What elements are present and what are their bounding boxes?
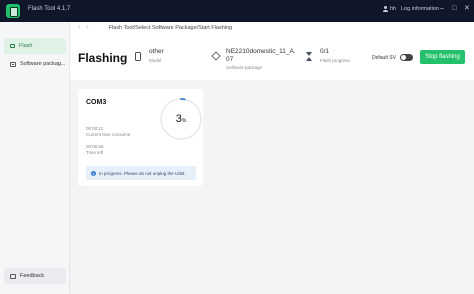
feedback-button[interactable]: Feedback — [4, 268, 66, 284]
progress-percent-unit: % — [181, 117, 187, 124]
flash-icon — [10, 44, 15, 48]
page-title: Flashing — [78, 51, 128, 65]
title-bar: Flash Tool 4.1.7 hh Log information – □ … — [0, 0, 474, 22]
flash-header: Flashing other Model NE2210domestic_11_A… — [70, 38, 474, 78]
stop-flashing-button[interactable]: Stop flashing — [420, 50, 465, 64]
flash-progress-label: Flash progress — [320, 58, 350, 63]
flash-progress-value: 0/1 — [320, 48, 330, 55]
device-model-label: Model — [149, 58, 162, 63]
sidebar-item-software-package[interactable]: Software packag... — [4, 56, 66, 72]
default-sv-toggle[interactable] — [399, 54, 413, 61]
phone-icon — [135, 52, 141, 61]
sidebar-item-label: Software packag... — [20, 61, 66, 67]
feedback-label: Feedback — [20, 273, 45, 279]
sidebar: Flash Software packag... Feedback — [0, 22, 70, 294]
software-package-label: Software package — [226, 65, 263, 70]
log-information-link[interactable]: Log information — [401, 6, 439, 12]
window-title: Flash Tool 4.1.7 — [28, 6, 71, 12]
device-model-value: other — [149, 48, 164, 55]
package-icon — [10, 61, 16, 67]
elapsed-time: 00:00:11 Current time consume — [86, 126, 130, 137]
user-account[interactable]: hh — [383, 6, 396, 12]
breadcrumb-path: Flash Tool/Select Software Package/Start… — [108, 24, 233, 31]
software-package-value: NE2210domestic_11_A.07 — [226, 48, 296, 63]
progress-percent: 3% — [159, 97, 203, 141]
device-area: COM3 00:00:11 Current time consume 00:05… — [70, 80, 474, 294]
elapsed-time-label: Current time consume — [86, 131, 131, 137]
user-name: hh — [390, 6, 397, 12]
maximize-button[interactable]: □ — [452, 4, 456, 14]
device-card: COM3 00:00:11 Current time consume 00:05… — [78, 89, 203, 186]
port-name: COM3 — [86, 99, 107, 106]
remaining-time-label: Time left — [86, 149, 104, 155]
close-button[interactable]: ✕ — [464, 4, 470, 14]
sidebar-item-flash[interactable]: Flash — [4, 38, 66, 54]
app-icon — [6, 4, 20, 18]
package-cube-icon — [211, 51, 221, 61]
info-icon: i — [91, 170, 96, 176]
remaining-time-value: 00:05:55 — [86, 144, 104, 149]
remaining-time: 00:05:55 Time left — [86, 144, 104, 155]
user-icon — [383, 6, 388, 12]
forward-arrow-icon[interactable]: › — [86, 24, 88, 31]
default-sv-control: Default SV — [372, 54, 413, 61]
progress-ring: 3% — [159, 97, 203, 141]
breadcrumb: ‹ › Flash Tool/Select Software Package/S… — [78, 24, 232, 31]
feedback-icon — [10, 273, 16, 279]
notice-text: In progress. Please do not unplug the US… — [99, 170, 186, 176]
sidebar-item-label: Flash — [19, 43, 33, 49]
back-arrow-icon[interactable]: ‹ — [78, 24, 80, 31]
minimize-button[interactable]: – — [440, 4, 444, 14]
hourglass-icon — [306, 52, 312, 61]
in-progress-notice: i In progress. Please do not unplug the … — [86, 166, 196, 180]
default-sv-label: Default SV — [372, 54, 396, 61]
